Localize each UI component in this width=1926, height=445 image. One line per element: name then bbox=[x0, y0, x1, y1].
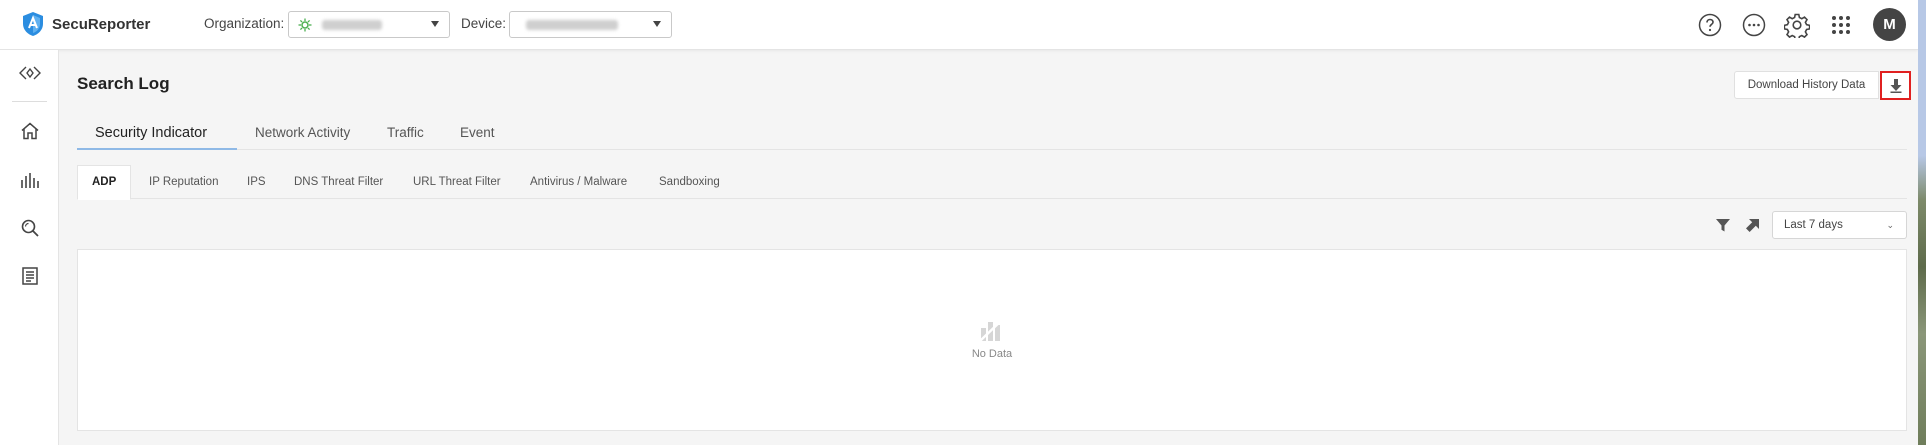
no-data-text: No Data bbox=[971, 348, 1013, 360]
subtab-url-threat-filter[interactable]: URL Threat Filter bbox=[413, 176, 501, 188]
filter-icon[interactable] bbox=[1715, 217, 1731, 233]
logo[interactable]: SecuReporter bbox=[22, 11, 150, 37]
download-history-data-button[interactable]: Download History Data bbox=[1734, 71, 1879, 99]
no-data-chart-icon bbox=[979, 317, 1005, 342]
report-icon[interactable] bbox=[19, 265, 41, 287]
results-panel: No Data bbox=[77, 249, 1907, 431]
analytics-icon[interactable] bbox=[19, 169, 41, 191]
help-icon[interactable] bbox=[1697, 12, 1723, 38]
tab-security-indicator[interactable]: Security Indicator bbox=[95, 125, 207, 141]
app-name: SecuReporter bbox=[52, 15, 151, 33]
device-select[interactable] bbox=[509, 11, 672, 38]
subtab-dns-threat-filter[interactable]: DNS Threat Filter bbox=[294, 176, 383, 188]
home-icon[interactable] bbox=[19, 120, 41, 142]
app-window: SecuReporter Organization: Device: M Sea… bbox=[0, 0, 1918, 445]
user-avatar[interactable]: M bbox=[1873, 8, 1906, 41]
download-button[interactable] bbox=[1880, 71, 1911, 100]
tab-network-activity[interactable]: Network Activity bbox=[255, 125, 350, 140]
organization-value-redacted bbox=[322, 19, 382, 30]
search-icon[interactable] bbox=[19, 217, 41, 239]
apps-grid-icon[interactable] bbox=[1828, 12, 1854, 38]
sidebar bbox=[0, 50, 59, 445]
tab-traffic[interactable]: Traffic bbox=[387, 125, 424, 140]
page-title: Search Log bbox=[77, 74, 170, 93]
chevron-down-icon: ⌄ bbox=[1886, 220, 1894, 230]
subtab-antivirus-malware[interactable]: Antivirus / Malware bbox=[530, 176, 627, 188]
subtab-adp[interactable]: ADP bbox=[92, 176, 116, 188]
export-arrow-icon[interactable] bbox=[1745, 216, 1762, 233]
time-range-select[interactable]: Last 7 days ⌄ bbox=[1772, 211, 1907, 239]
chevron-down-icon bbox=[431, 21, 439, 27]
top-bar: SecuReporter Organization: Device: M bbox=[0, 0, 1918, 50]
chat-icon[interactable] bbox=[1741, 12, 1767, 38]
primary-tabs: Security Indicator Network Activity Traf… bbox=[77, 118, 1907, 150]
subtab-sandboxing[interactable]: Sandboxing bbox=[659, 176, 720, 188]
background-edge bbox=[1918, 0, 1926, 445]
device-value-redacted bbox=[526, 19, 618, 30]
secondary-tabs: ADP IP Reputation IPS DNS Threat Filter … bbox=[77, 165, 1907, 200]
organization-select[interactable] bbox=[288, 11, 450, 38]
subtab-ips[interactable]: IPS bbox=[247, 176, 266, 188]
settings-icon[interactable] bbox=[1784, 12, 1810, 38]
active-tab-indicator bbox=[77, 148, 237, 150]
device-label: Device: bbox=[461, 16, 507, 31]
time-range-value: Last 7 days bbox=[1784, 219, 1843, 231]
chevron-down-icon bbox=[653, 21, 661, 27]
subtab-ip-reputation[interactable]: IP Reputation bbox=[149, 176, 218, 188]
sidebar-divider bbox=[12, 101, 47, 102]
organization-status-icon bbox=[298, 18, 312, 31]
collapse-icon[interactable] bbox=[19, 62, 41, 84]
organization-label: Organization: bbox=[204, 16, 285, 31]
download-arrow-icon bbox=[1890, 78, 1901, 93]
tab-event[interactable]: Event bbox=[460, 125, 495, 140]
secureporter-logo-icon bbox=[23, 12, 43, 36]
